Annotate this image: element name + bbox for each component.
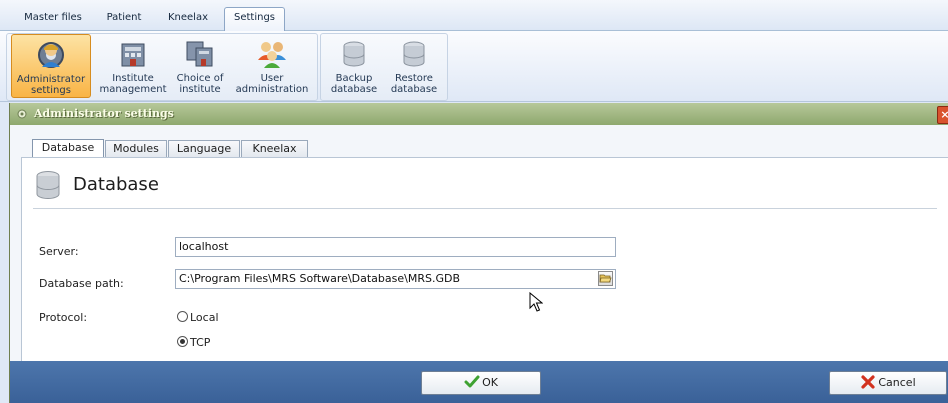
menu-tab-master-files[interactable]: Master files (18, 8, 88, 30)
choice-institute-icon (186, 41, 213, 67)
protocol-option-local-label: Local (190, 311, 219, 324)
cancel-x-icon (861, 375, 875, 389)
menu-bar: Master files Patient Kneelax Settings (0, 0, 948, 31)
close-icon[interactable]: × (937, 106, 948, 124)
ok-button[interactable]: OK (421, 371, 541, 395)
ok-label: OK (482, 376, 498, 389)
tab-database[interactable]: Database (32, 139, 104, 159)
protocol-radio-local[interactable]: Local (177, 311, 219, 324)
menu-tab-settings[interactable]: Settings (224, 7, 285, 31)
tab-kneelax[interactable]: Kneelax (241, 140, 308, 158)
server-label: Server: (39, 245, 79, 258)
ribbon: Administrator settings Institute managem… (0, 31, 948, 102)
administrator-settings-label-2: settings (31, 85, 71, 96)
institute-icon (121, 43, 145, 67)
choice-of-institute-label-1: Choice of (176, 73, 224, 84)
admin-settings-icon (38, 42, 64, 68)
backup-database-label-1: Backup (335, 73, 373, 84)
administrator-settings-button[interactable]: Administrator settings (11, 34, 91, 98)
tab-modules[interactable]: Modules (105, 140, 167, 158)
cancel-button[interactable]: Cancel (829, 371, 947, 395)
administrator-settings-dialog: Administrator settings × Database Module… (9, 103, 948, 403)
dialog-title-bar[interactable]: Administrator settings × (10, 103, 948, 125)
user-administration-button[interactable]: User administration (233, 34, 311, 98)
users-icon (258, 42, 286, 68)
administrator-settings-label-1: Administrator (16, 74, 86, 85)
institute-management-label-1: Institute (112, 73, 154, 84)
database-icon (343, 41, 365, 67)
database-path-value: C:\Program Files\MRS Software\Database\M… (179, 272, 460, 285)
section-divider (33, 208, 937, 209)
protocol-option-tcp-label: TCP (190, 336, 211, 349)
dialog-footer: OK Cancel (10, 361, 948, 403)
database-icon (403, 41, 425, 67)
user-administration-label-1: User (260, 73, 284, 84)
restore-database-button[interactable]: Restore database (386, 34, 442, 98)
backup-database-label-2: database (330, 84, 378, 95)
mouse-pointer-icon (529, 292, 543, 312)
user-administration-label-2: administration (235, 84, 309, 95)
restore-database-label-1: Restore (395, 73, 433, 84)
restore-database-label-2: database (390, 84, 438, 95)
radio-circle-tcp (177, 336, 188, 347)
section-title: Database (73, 174, 159, 195)
menu-tab-kneelax[interactable]: Kneelax (160, 8, 216, 30)
backup-database-button[interactable]: Backup database (327, 34, 381, 98)
cancel-label: Cancel (878, 376, 916, 389)
dialog-title: Administrator settings (34, 107, 174, 120)
gear-icon (17, 109, 27, 119)
folder-open-icon (599, 274, 612, 283)
database-path-label: Database path: (39, 277, 124, 290)
tab-language[interactable]: Language (168, 140, 240, 158)
checkmark-icon (464, 375, 480, 388)
browse-folder-button[interactable] (598, 271, 613, 286)
menu-tab-patient[interactable]: Patient (96, 8, 152, 30)
database-panel: Database Server: localhost Database path… (21, 157, 948, 362)
protocol-radio-tcp[interactable]: TCP (177, 336, 210, 349)
radio-circle-local (177, 311, 188, 322)
database-icon (36, 171, 60, 199)
choice-of-institute-button[interactable]: Choice of institute (171, 34, 229, 98)
database-path-input[interactable]: C:\Program Files\MRS Software\Database\M… (175, 269, 616, 289)
server-input[interactable]: localhost (175, 237, 616, 257)
protocol-label: Protocol: (39, 311, 88, 324)
institute-management-button[interactable]: Institute management (98, 34, 168, 98)
choice-of-institute-label-2: institute (179, 84, 221, 95)
institute-management-label-2: management (99, 84, 167, 95)
